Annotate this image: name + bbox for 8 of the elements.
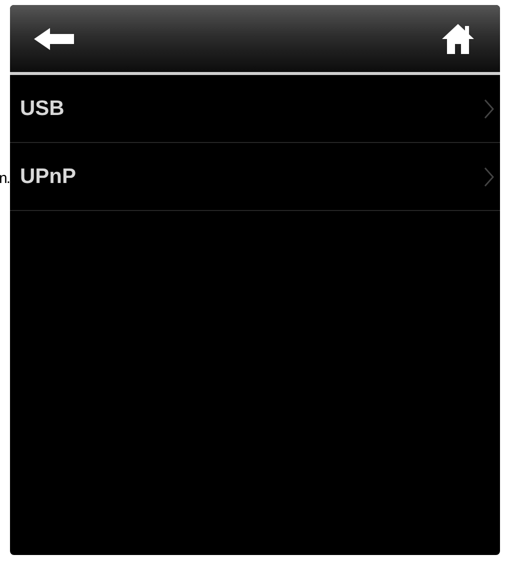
menu-item[interactable]: UPnP [10, 143, 500, 211]
chevron-right-icon [484, 166, 494, 186]
text-fragment: n. [0, 170, 10, 188]
chevron-right-icon [484, 98, 494, 118]
back-arrow-icon [34, 26, 74, 50]
home-button[interactable] [440, 22, 476, 56]
menu-item[interactable]: USB [10, 75, 500, 143]
home-icon [441, 22, 475, 54]
